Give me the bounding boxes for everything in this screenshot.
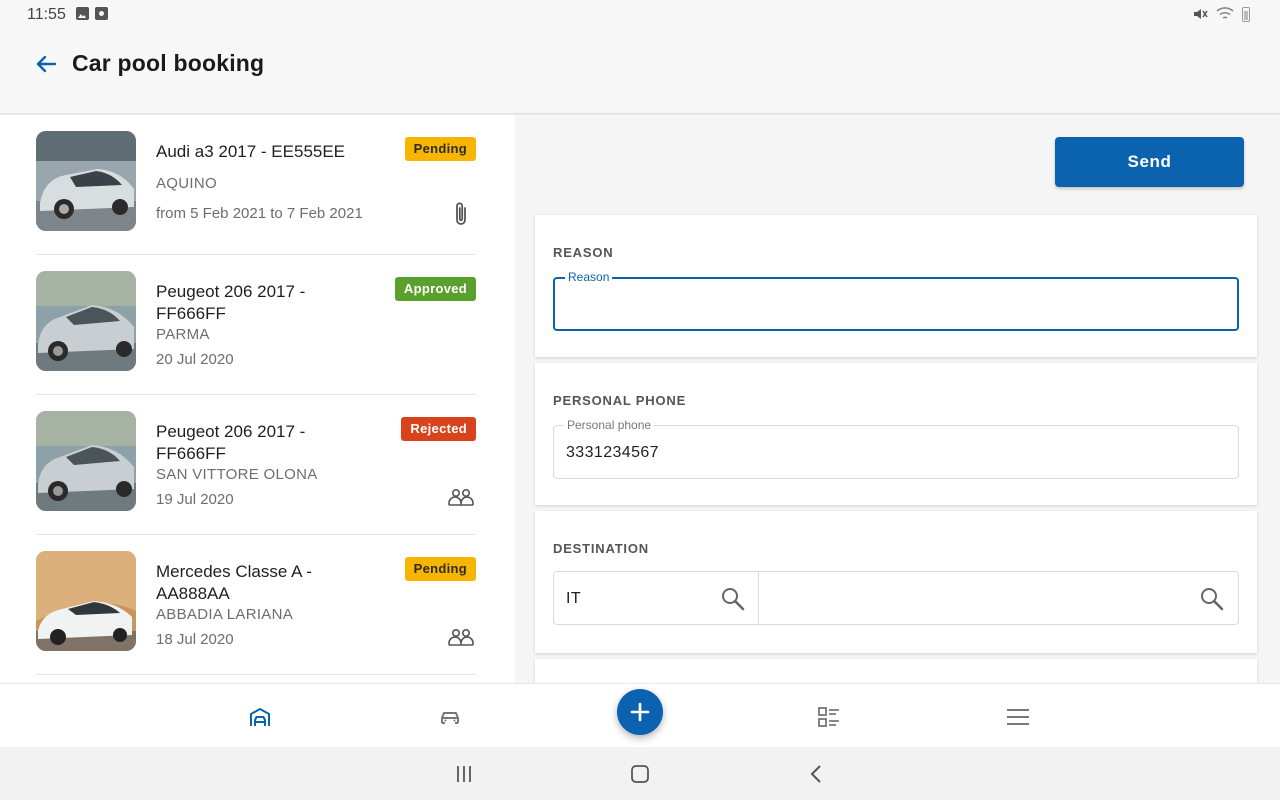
- menu-icon: [1007, 709, 1029, 725]
- battery-icon: [1242, 6, 1250, 22]
- system-status-icons: [1192, 6, 1250, 22]
- notification-icons: [76, 7, 108, 20]
- next-card: [535, 659, 1257, 683]
- arrow-back-icon: [36, 55, 57, 73]
- car-thumbnail: [36, 271, 136, 371]
- booking-list: Audi a3 2017 - EE555EE Pending AQUINO fr…: [0, 115, 515, 683]
- chevron-left-icon: [810, 765, 821, 783]
- menu-nav-button[interactable]: [1003, 702, 1033, 732]
- booking-title: Mercedes Classe A - AA888AA: [156, 562, 312, 603]
- add-booking-button[interactable]: [617, 689, 663, 735]
- city-field[interactable]: [759, 571, 1239, 625]
- booking-item[interactable]: Peugeot 206 2017 - FF666FF Approved PARM…: [36, 255, 476, 395]
- phone-card: PERSONAL PHONE Personal phone 3331234567: [535, 363, 1257, 505]
- destination-card: DESTINATION IT: [535, 511, 1257, 653]
- add-icon: [630, 702, 650, 722]
- booking-location: AQUINO: [156, 175, 217, 192]
- booking-location: SAN VITTORE OLONA: [156, 466, 318, 483]
- booking-item[interactable]: Peugeot 206 2017 - FF666FF Rejected SAN …: [36, 395, 476, 535]
- booking-location: ABBADIA LARIANA: [156, 606, 294, 623]
- booking-date: 19 Jul 2020: [156, 491, 234, 508]
- booking-item[interactable]: Audi a3 2017 - EE555EE Pending AQUINO fr…: [36, 115, 476, 255]
- reason-card: REASON Reason: [535, 215, 1257, 357]
- phone-field[interactable]: Personal phone 3331234567: [553, 418, 1239, 479]
- booking-title: Audi a3 2017 - EE555EE: [156, 142, 346, 161]
- reason-field-label: Reason: [565, 270, 613, 284]
- car-thumbnail: [36, 551, 136, 651]
- booking-date: from 5 Feb 2021 to 7 Feb 2021: [156, 205, 363, 222]
- image-notification-icon: [76, 7, 89, 20]
- phone-section-label: PERSONAL PHONE: [553, 393, 687, 408]
- checklist-nav-button[interactable]: [814, 702, 844, 732]
- status-bar: 11:55: [0, 0, 1280, 30]
- phone-input[interactable]: 3331234567: [566, 444, 1166, 462]
- destination-section-label: DESTINATION: [553, 541, 649, 556]
- status-badge: Pending: [404, 557, 476, 581]
- page-title: Car pool booking: [72, 50, 265, 76]
- country-field[interactable]: IT: [553, 571, 759, 625]
- home-button[interactable]: [627, 761, 653, 787]
- people-icon: [448, 485, 474, 511]
- checklist-icon: [818, 707, 839, 727]
- status-time: 11:55: [27, 6, 66, 23]
- reason-section-label: REASON: [553, 245, 614, 260]
- app-bar: Car pool booking: [0, 30, 1280, 114]
- recent-apps-button[interactable]: [451, 761, 477, 787]
- status-badge: Rejected: [401, 417, 476, 441]
- garage-nav-button[interactable]: [245, 702, 275, 732]
- car-nav-button[interactable]: [435, 702, 465, 732]
- send-button[interactable]: Send: [1055, 137, 1244, 187]
- bottom-navigation: [0, 683, 1280, 747]
- car-icon: [441, 712, 459, 724]
- status-badge: Approved: [394, 277, 476, 301]
- system-back-button[interactable]: [803, 761, 829, 787]
- back-button[interactable]: [30, 48, 62, 80]
- reason-input[interactable]: [567, 297, 1167, 315]
- booking-item[interactable]: Mercedes Classe A - AA888AA Pending ABBA…: [36, 535, 476, 675]
- garage-icon: [250, 708, 270, 726]
- recent-apps-icon: [457, 766, 471, 782]
- search-icon[interactable]: [1199, 586, 1225, 612]
- car-thumbnail: [36, 411, 136, 511]
- screenshot-notification-icon: [95, 7, 108, 20]
- wifi-icon: [1216, 7, 1234, 19]
- people-icon: [448, 625, 474, 651]
- system-navigation-bar: [0, 747, 1280, 800]
- status-badge: Pending: [404, 137, 476, 161]
- mute-icon: [1194, 9, 1208, 19]
- reason-field[interactable]: Reason: [553, 270, 1239, 331]
- phone-field-label: Personal phone: [564, 418, 655, 432]
- booking-date: 18 Jul 2020: [156, 631, 234, 648]
- booking-title: Peugeot 206 2017 - FF666FF: [156, 422, 306, 463]
- booking-form: Send REASON Reason PERSONAL PHONE Person…: [515, 115, 1280, 683]
- booking-location: PARMA: [156, 326, 210, 343]
- search-icon[interactable]: [720, 586, 746, 612]
- home-icon: [631, 765, 649, 783]
- booking-date: 20 Jul 2020: [156, 351, 234, 368]
- paperclip-icon: [448, 201, 474, 227]
- booking-title: Peugeot 206 2017 - FF666FF: [156, 282, 306, 323]
- car-thumbnail: [36, 131, 136, 231]
